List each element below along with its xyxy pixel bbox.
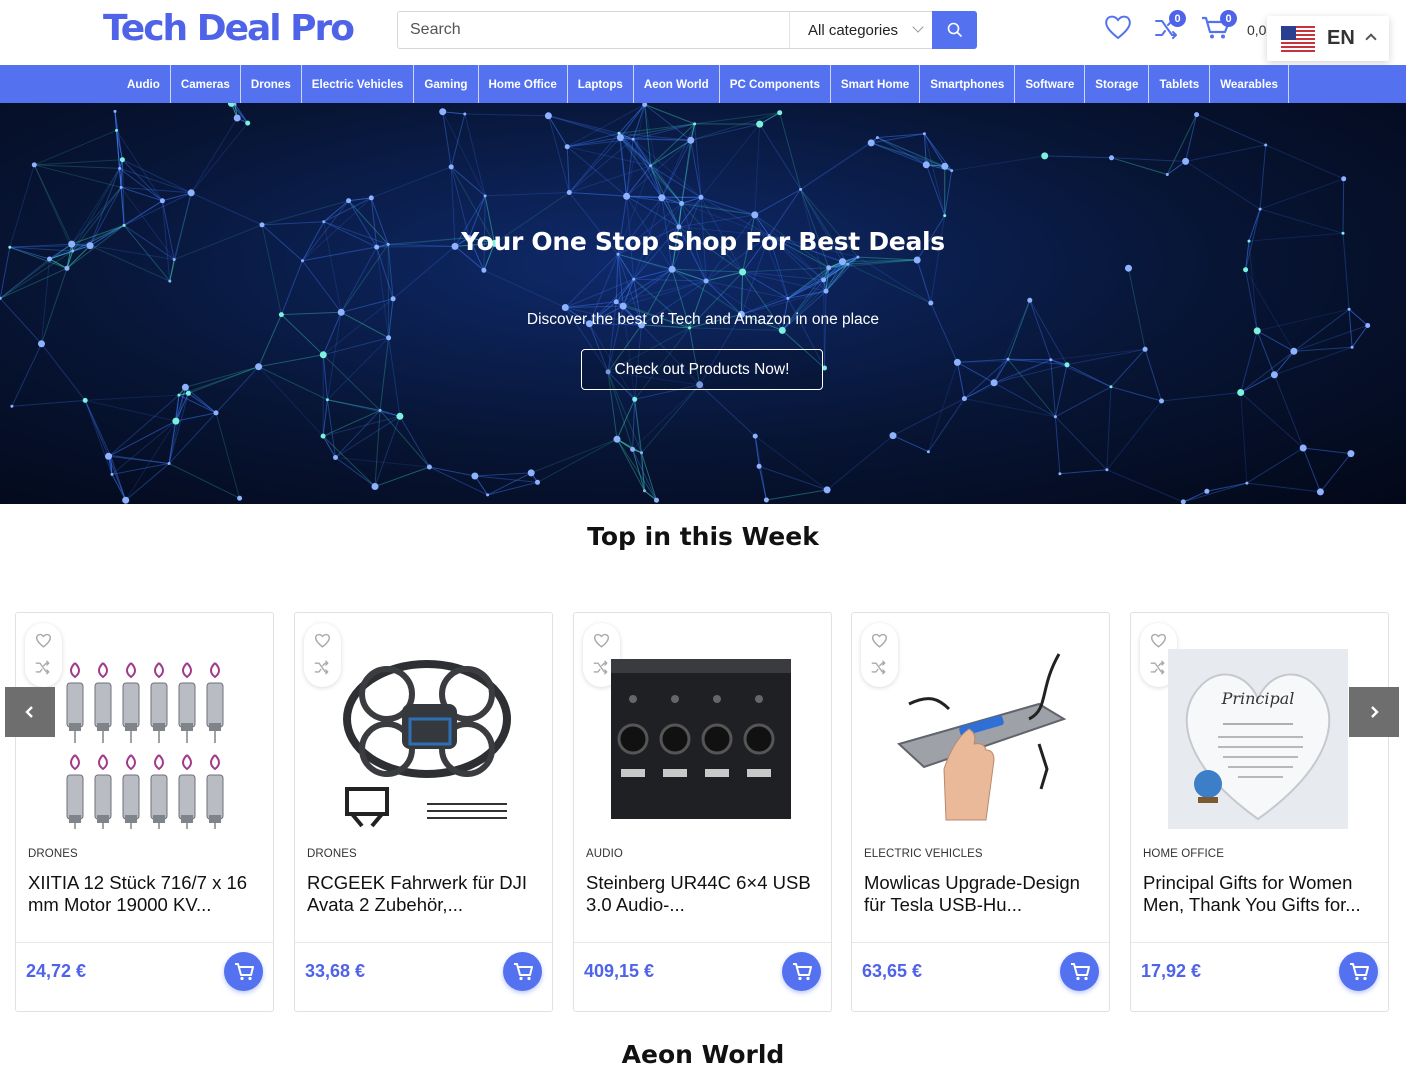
- product-image[interactable]: [53, 649, 233, 829]
- wishlist-button[interactable]: [1104, 14, 1132, 45]
- add-to-cart-button[interactable]: [782, 952, 821, 991]
- product-category[interactable]: HOME OFFICE: [1143, 848, 1224, 860]
- nav-item-drones[interactable]: Drones: [241, 65, 302, 103]
- nav-item-laptops[interactable]: Laptops: [568, 65, 634, 103]
- compare-icon[interactable]: [314, 660, 331, 677]
- product-image[interactable]: [332, 649, 512, 829]
- language-code: EN: [1327, 27, 1355, 49]
- nav-item-home-office[interactable]: Home Office: [479, 65, 568, 103]
- chevron-left-icon: [25, 706, 33, 718]
- section-title-next: Aeon World: [621, 1040, 785, 1069]
- chevron-up-icon: [1365, 33, 1377, 45]
- search-button[interactable]: [932, 11, 977, 49]
- product-card[interactable]: DRONES RCGEEK Fahrwerk für DJI Avata 2 Zu…: [294, 612, 553, 1012]
- product-title[interactable]: XIITIA 12 Stück 716/7 x 16 mm Motor 1900…: [28, 872, 264, 916]
- nav-item-aeon-world[interactable]: Aeon World: [634, 65, 720, 103]
- nav-item-smartphones[interactable]: Smartphones: [920, 65, 1016, 103]
- product-card[interactable]: Principal HOME OFFICE Principal Gifts for …: [1130, 612, 1389, 1012]
- compare-icon[interactable]: [1150, 660, 1167, 677]
- nav-item-pc-components[interactable]: PC Components: [720, 65, 831, 103]
- product-card[interactable]: DRONES XIITIA 12 Stück 716/7 x 16 mm Moto…: [15, 612, 274, 1012]
- nav-item-storage[interactable]: Storage: [1085, 65, 1150, 103]
- product-title[interactable]: Mowlicas Upgrade-Design für Tesla USB-Hu…: [864, 872, 1100, 916]
- card-divider: [16, 942, 273, 943]
- add-to-cart-button[interactable]: [1339, 952, 1378, 991]
- carousel-prev-button[interactable]: [5, 687, 55, 737]
- product-price: 24,72 €: [26, 961, 87, 981]
- product-image[interactable]: [889, 649, 1069, 829]
- compare-button[interactable]: 0: [1154, 10, 1186, 45]
- product-card[interactable]: ELECTRIC VEHICLES Mowlicas Upgrade-Design…: [851, 612, 1110, 1012]
- us-flag-icon: [1281, 25, 1315, 52]
- compare-icon[interactable]: [593, 660, 610, 677]
- site-logo[interactable]: Tech Deal Pro: [103, 8, 355, 49]
- nav-item-cameras[interactable]: Cameras: [171, 65, 241, 103]
- wishlist-heart-icon[interactable]: [593, 633, 610, 650]
- cart-total: 0,0: [1247, 22, 1267, 38]
- product-title[interactable]: Principal Gifts for Women Men, Thank You…: [1143, 872, 1379, 916]
- chevron-right-icon: [1371, 706, 1379, 718]
- compare-icon[interactable]: [35, 660, 52, 677]
- product-title[interactable]: RCGEEK Fahrwerk für DJI Avata 2 Zubehör,…: [307, 872, 543, 916]
- hero-banner: Your One Stop Shop For Best Deals Discov…: [0, 103, 1406, 504]
- nav-item-tablets[interactable]: Tablets: [1149, 65, 1211, 103]
- cart-icon: [1349, 962, 1369, 980]
- product-image[interactable]: Principal: [1168, 649, 1348, 829]
- compare-count-badge: 0: [1169, 10, 1186, 27]
- nav-item-audio[interactable]: Audio: [117, 65, 171, 103]
- wishlist-heart-icon[interactable]: [35, 633, 52, 650]
- hero-title: Your One Stop Shop For Best Deals: [461, 227, 945, 256]
- hero-cta-button[interactable]: Check out Products Now!: [581, 349, 823, 390]
- network-background-graphic: [0, 103, 1371, 504]
- product-price: 33,68 €: [305, 961, 366, 981]
- cart-icon: [1070, 962, 1090, 980]
- product-price: 409,15 €: [584, 961, 655, 981]
- search-bar: All categories: [397, 11, 977, 49]
- product-category[interactable]: DRONES: [28, 848, 78, 860]
- category-select-value: All categories: [808, 21, 899, 39]
- carousel-next-button[interactable]: [1349, 687, 1399, 737]
- card-divider: [1131, 942, 1388, 943]
- add-to-cart-button[interactable]: [503, 952, 542, 991]
- nav-item-smart-home[interactable]: Smart Home: [831, 65, 921, 103]
- cart-icon: [234, 962, 254, 980]
- cart-icon: [513, 962, 533, 980]
- product-image[interactable]: [611, 649, 791, 829]
- card-divider: [295, 942, 552, 943]
- product-title[interactable]: Steinberg UR44C 6×4 USB 3.0 Audio-...: [586, 872, 822, 916]
- add-to-cart-button[interactable]: [224, 952, 263, 991]
- search-icon: [947, 22, 962, 38]
- wishlist-heart-icon[interactable]: [314, 633, 331, 650]
- card-divider: [852, 942, 1109, 943]
- category-nav: Audio Cameras Drones Electric Vehicles Gamin…: [0, 65, 1406, 103]
- svg-text:Principal: Principal: [1221, 689, 1295, 708]
- site-header: Tech Deal Pro All categories 0 0 0,0 EN: [0, 0, 1406, 65]
- product-category[interactable]: ELECTRIC VEHICLES: [864, 848, 983, 860]
- add-to-cart-button[interactable]: [1060, 952, 1099, 991]
- product-price: 63,65 €: [862, 961, 923, 981]
- compare-icon[interactable]: [871, 660, 888, 677]
- card-divider: [574, 942, 831, 943]
- cart-button[interactable]: 0: [1201, 10, 1237, 45]
- nav-item-electric-vehicles[interactable]: Electric Vehicles: [302, 65, 415, 103]
- category-select[interactable]: All categories: [789, 12, 932, 48]
- nav-item-wearables[interactable]: Wearables: [1210, 65, 1289, 103]
- language-switcher[interactable]: EN: [1267, 16, 1389, 61]
- cart-count-badge: 0: [1220, 10, 1237, 27]
- cart-icon: [792, 962, 812, 980]
- section-title-top-week: Top in this Week: [587, 522, 819, 551]
- product-category[interactable]: AUDIO: [586, 848, 623, 860]
- product-card[interactable]: AUDIO Steinberg UR44C 6×4 USB 3.0 Audio-.…: [573, 612, 832, 1012]
- wishlist-heart-icon[interactable]: [871, 633, 888, 650]
- product-price: 17,92 €: [1141, 961, 1202, 981]
- nav-item-software[interactable]: Software: [1015, 65, 1086, 103]
- hero-subtitle: Discover the best of Tech and Amazon in …: [526, 311, 880, 328]
- search-input[interactable]: [398, 12, 789, 48]
- heart-icon: [1105, 15, 1131, 40]
- wishlist-heart-icon[interactable]: [1150, 633, 1167, 650]
- chevron-down-icon: [912, 21, 924, 33]
- product-category[interactable]: DRONES: [307, 848, 357, 860]
- nav-item-gaming[interactable]: Gaming: [414, 65, 479, 103]
